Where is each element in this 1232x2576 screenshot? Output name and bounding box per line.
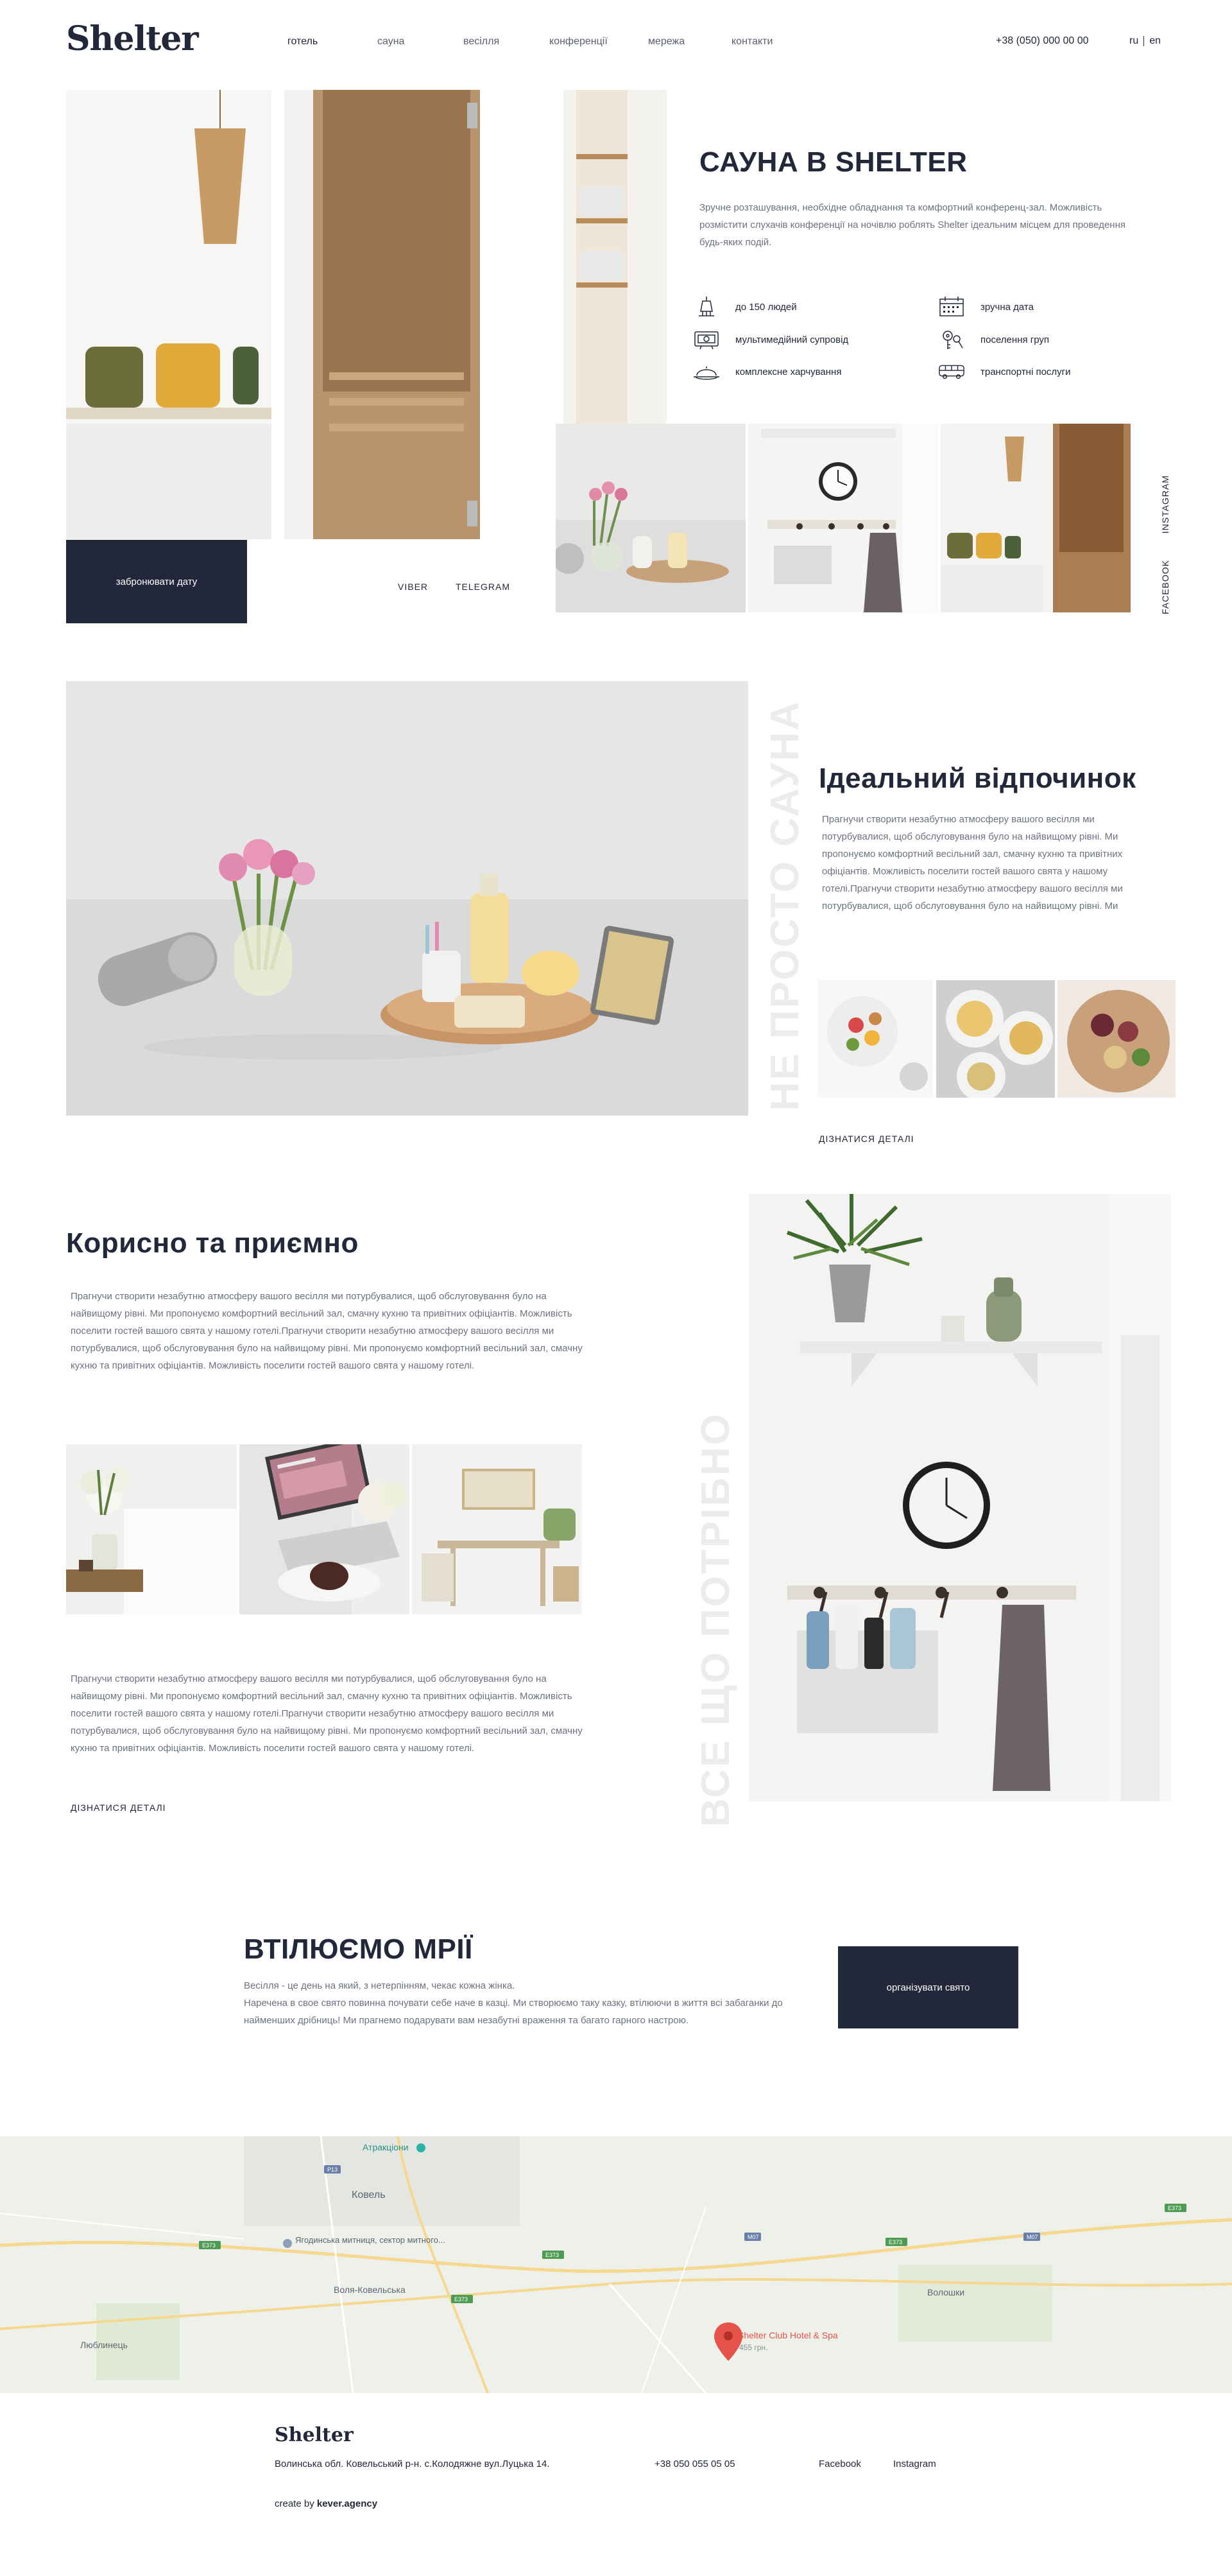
dreams-line-1: Весілля - це день на який, з нетерпінням…	[244, 1980, 515, 1991]
food-photo-2[interactable]	[936, 980, 1055, 1098]
road-label: P13	[327, 2166, 338, 2173]
road-label: E373	[202, 2242, 216, 2249]
telegram-link[interactable]: TELEGRAM	[456, 582, 510, 592]
feature-capacity: до 150 людей	[693, 297, 797, 317]
feature-groups: поселення груп	[938, 329, 1049, 350]
feature-label: поселення груп	[980, 334, 1050, 345]
rest-title: Ідеальний відпочинок	[819, 763, 1136, 794]
map-pin-label[interactable]: Shelter Club Hotel & Spa	[738, 2330, 838, 2340]
feature-transport: транспортні послуги	[938, 361, 1071, 382]
sauna-description: Зручне розташування, необхідне обладнанн…	[699, 202, 1125, 248]
feature-label: до 150 людей	[735, 301, 797, 313]
nav-contacts[interactable]: контакти	[732, 36, 796, 48]
viber-link[interactable]: VIBER	[398, 582, 428, 592]
logo[interactable]: Shelter	[66, 19, 199, 58]
footer-phone[interactable]: +38 050 055 05 05	[654, 2459, 735, 2469]
food-photo-1[interactable]	[817, 980, 933, 1098]
lang-en[interactable]: en	[1149, 35, 1161, 47]
useful-photo-laptop[interactable]	[239, 1444, 409, 1614]
footer-instagram-link[interactable]: Instagram	[893, 2459, 936, 2469]
footer-facebook-link[interactable]: Facebook	[819, 2459, 861, 2469]
header-phone[interactable]: +38 (050) 000 00 00	[996, 35, 1089, 47]
nav-hotel[interactable]: готель	[287, 36, 377, 48]
food-photo-3[interactable]	[1057, 980, 1176, 1098]
location-map[interactable]: P13 E373 M07 E373 M07 E373 E373 E373 Атр…	[0, 2136, 1232, 2393]
chandelier-icon	[693, 297, 720, 317]
useful-text-1: Прагнучи створити незабутню атмосферу ва…	[71, 1291, 583, 1371]
useful-shelf-image	[749, 1194, 1171, 1801]
nav-conferences[interactable]: конференції	[549, 36, 648, 48]
credit-prefix: create by	[275, 2498, 314, 2509]
rest-details-link[interactable]: ДІЗНАТИСЯ ДЕТАЛІ	[819, 1134, 914, 1144]
main-nav: готель сауна весілля конференції мережа …	[287, 36, 796, 48]
organize-party-button[interactable]: організувати свято	[838, 1946, 1018, 2028]
road-label: E373	[454, 2296, 468, 2303]
map-place: Ягодинська митниця, сектор митного...	[295, 2235, 445, 2245]
book-date-button[interactable]: забронювати дату	[66, 540, 247, 623]
useful-vertical-heading: ВСЕ ЩО ПОТРІБНО	[694, 1412, 738, 1828]
useful-photo-desk[interactable]	[412, 1444, 582, 1614]
useful-photo-bedroom[interactable]	[66, 1444, 237, 1614]
map-pin-price: 455 грн.	[739, 2343, 767, 2352]
feature-multimedia: мультимедійний супровід	[693, 329, 848, 350]
credit-agency-link[interactable]: kever.agency	[317, 2498, 377, 2509]
map-place: Воля-Ковельська	[334, 2285, 406, 2295]
lang-divider	[1143, 36, 1145, 46]
rest-text: Прагнучи створити незабутню атмосферу ва…	[822, 814, 1123, 912]
gallery-thumb-sauna[interactable]	[941, 424, 1131, 612]
sauna-title: САУНА В SHELTER	[699, 146, 968, 178]
footer-address: Волинська обл. Ковельський р-н. с.Колодя…	[275, 2459, 550, 2469]
feature-label: зручна дата	[980, 301, 1034, 313]
gallery-thumb-flowers[interactable]	[556, 424, 746, 612]
road-label: E373	[889, 2239, 902, 2245]
road-label: E373	[1168, 2205, 1181, 2211]
footer-credit: create by kever.agency	[275, 2498, 377, 2509]
map-place: Волошки	[927, 2287, 964, 2297]
instagram-link[interactable]: INSTAGRAM	[1160, 475, 1170, 533]
useful-title: Корисно та приємно	[66, 1227, 359, 1259]
feature-label: мультимедійний супровід	[735, 334, 849, 345]
dreams-line-2: Наречена в свое свято повинна почувати с…	[244, 1998, 783, 2026]
nav-wedding[interactable]: весілля	[463, 36, 549, 48]
useful-details-link[interactable]: ДІЗНАТИСЯ ДЕТАЛІ	[71, 1802, 166, 1813]
language-switcher: ru en	[1129, 35, 1161, 47]
gallery-thumb-clock[interactable]	[748, 424, 938, 612]
feature-catering: комплексне харчування	[693, 361, 841, 382]
calendar-icon	[938, 297, 965, 317]
map-place: Атракціони	[363, 2142, 409, 2152]
projector-icon	[693, 329, 720, 350]
facebook-link[interactable]: FACEBOOK	[1160, 560, 1170, 614]
bus-icon	[938, 361, 965, 382]
rest-feature-image	[66, 681, 748, 1116]
map-place: Ковель	[352, 2190, 386, 2200]
nav-sauna[interactable]: сауна	[377, 36, 463, 48]
feature-date: зручна дата	[938, 297, 1034, 317]
food-tray-icon	[693, 361, 720, 382]
dreams-title: ВТІЛЮЄМО МРІЇ	[244, 1933, 473, 1965]
lang-ru[interactable]: ru	[1129, 35, 1138, 47]
feature-label: комплексне харчування	[735, 366, 842, 377]
keys-icon	[938, 329, 965, 350]
footer-logo[interactable]: Shelter	[275, 2424, 354, 2446]
map-place: Люблинець	[80, 2340, 128, 2350]
nav-network[interactable]: мережа	[648, 36, 732, 48]
useful-text-2: Прагнучи створити незабутню атмосферу ва…	[71, 1673, 583, 1754]
feature-label: транспортні послуги	[980, 366, 1071, 377]
road-label: M07	[1027, 2234, 1038, 2240]
road-label: E373	[545, 2252, 559, 2258]
rest-vertical-heading: НЕ ПРОСТО САУНА	[763, 700, 807, 1111]
road-label: M07	[748, 2234, 759, 2240]
